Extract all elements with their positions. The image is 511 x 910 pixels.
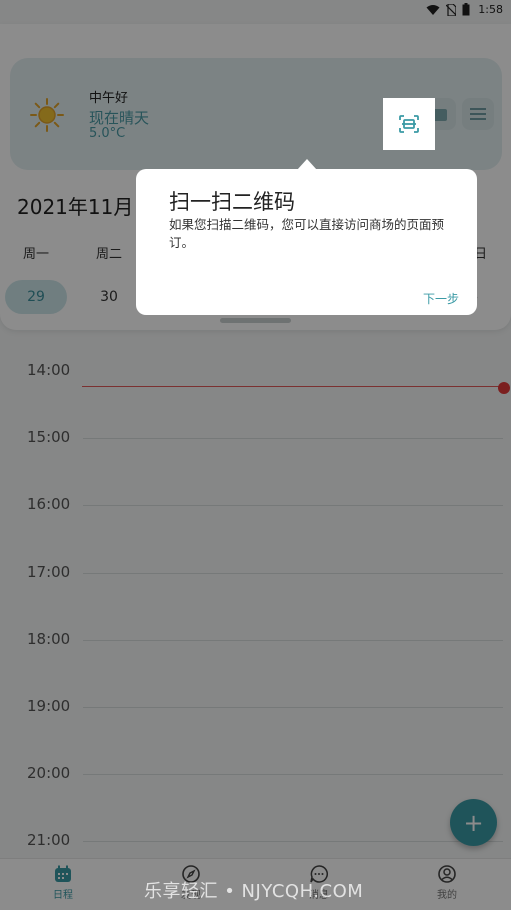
guide-tooltip: 扫一扫二维码 如果您扫描二维码，您可以直接访问商场的页面预订。 下一步 [136,169,477,315]
tooltip-body: 如果您扫描二维码，您可以直接访问商场的页面预订。 [169,217,445,250]
qr-scan-icon [399,115,419,133]
scan-button-highlight[interactable] [383,98,435,150]
tooltip-title: 扫一扫二维码 [169,190,295,214]
next-step-button[interactable]: 下一步 [423,290,459,307]
watermark: 乐享轻汇 • NJYCQH.COM [144,881,364,902]
